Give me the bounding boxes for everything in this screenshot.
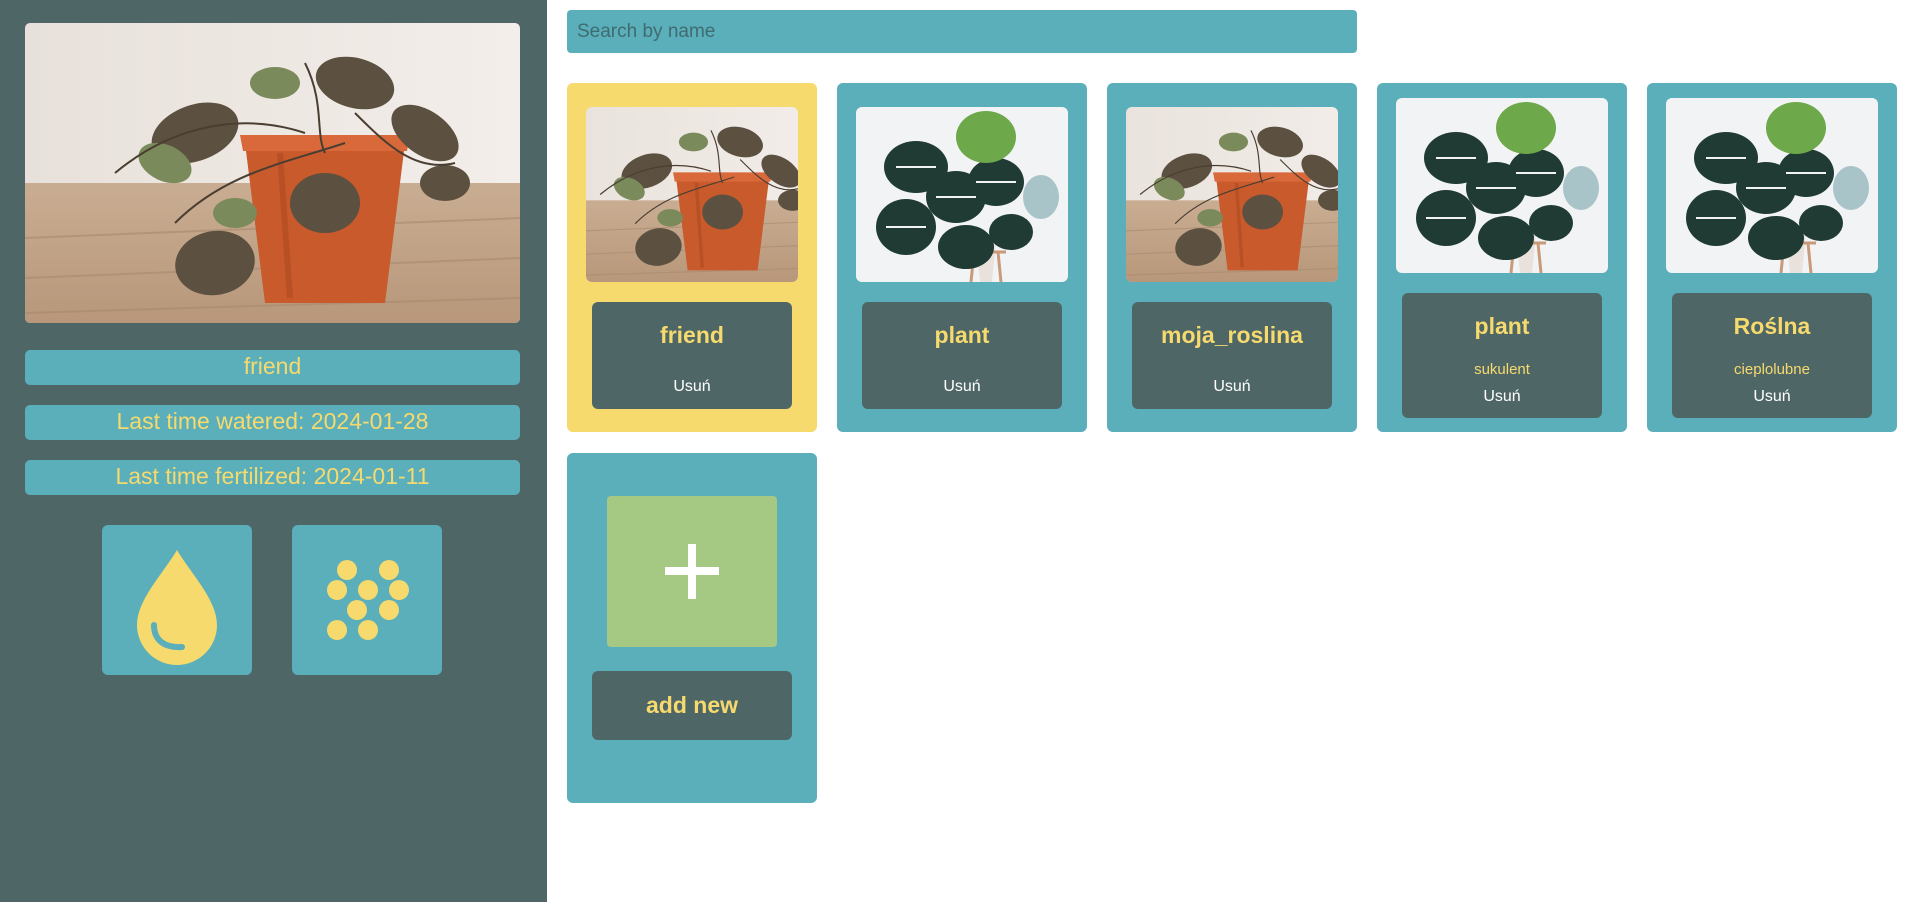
add-plant-card: add new xyxy=(567,453,817,803)
add-new-button[interactable]: add new xyxy=(592,671,792,740)
delete-button[interactable]: Usuń xyxy=(1672,388,1872,406)
plant-card-roslna[interactable]: Roślna cieplolubne Usuń xyxy=(1647,83,1897,432)
plant-card-body: moja_roslina Usuń xyxy=(1132,302,1332,409)
delete-button[interactable]: Usuń xyxy=(1402,388,1602,406)
selected-plant-photo xyxy=(25,23,520,323)
fertilizer-dots-icon xyxy=(327,560,409,640)
fertilize-button[interactable] xyxy=(292,525,442,675)
water-drop-icon xyxy=(137,550,217,665)
last-fertilized-text: Last time fertilized: 2024-01-11 xyxy=(25,460,520,495)
plant-card-friend[interactable]: friend Usuń xyxy=(567,83,817,432)
plant-card-photo xyxy=(1126,107,1338,282)
plant-card-moja-roslina[interactable]: moja_roslina Usuń xyxy=(1107,83,1357,432)
plant-card-plant-sukulent[interactable]: plant sukulent Usuń xyxy=(1377,83,1627,432)
main-area: friend Usuń plant Usuń moja_roslina Usuń… xyxy=(547,0,1914,902)
sidebar: friend Last time watered: 2024-01-28 Las… xyxy=(0,0,547,902)
plant-card-type: sukulent xyxy=(1474,361,1530,378)
plant-card-photo xyxy=(1666,98,1878,273)
plant-card-photo xyxy=(586,107,798,282)
plant-card-type: cieplolubne xyxy=(1734,361,1810,378)
delete-button[interactable]: Usuń xyxy=(862,378,1062,396)
plant-card-body: friend Usuń xyxy=(592,302,792,409)
plant-card-name: plant xyxy=(934,322,990,348)
plant-card-photo xyxy=(1396,98,1608,273)
plant-card-body: plant sukulent Usuń xyxy=(1402,293,1602,418)
plant-card-plant[interactable]: plant Usuń xyxy=(837,83,1087,432)
water-button[interactable] xyxy=(102,525,252,675)
plant-card-body: plant Usuń xyxy=(862,302,1062,409)
add-plant-plus-button[interactable] xyxy=(607,496,777,647)
plant-card-photo xyxy=(856,107,1068,282)
plus-icon xyxy=(665,544,719,599)
last-watered-text: Last time watered: 2024-01-28 xyxy=(25,405,520,440)
delete-button[interactable]: Usuń xyxy=(1132,378,1332,396)
delete-button[interactable]: Usuń xyxy=(592,378,792,396)
plant-card-name: friend xyxy=(660,322,724,348)
plant-card-name: Roślna xyxy=(1733,313,1811,339)
selected-plant-name: friend xyxy=(25,350,520,385)
plant-card-name: plant xyxy=(1474,313,1530,339)
plant-card-body: Roślna cieplolubne Usuń xyxy=(1672,293,1872,418)
search-input[interactable] xyxy=(567,10,1357,53)
plant-card-name: moja_roslina xyxy=(1161,322,1303,348)
